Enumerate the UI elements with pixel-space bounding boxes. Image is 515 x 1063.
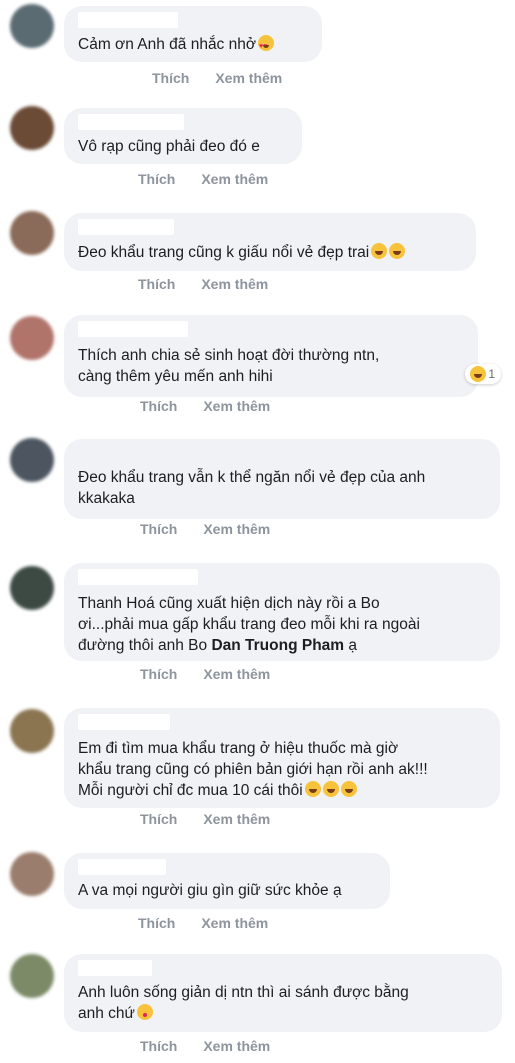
- comment-text: A va mọi người giu gìn giữ sức khỏe ạ: [78, 882, 342, 899]
- comment-actions: Thích Xem thêm: [138, 276, 294, 292]
- haha-reaction-icon: [470, 366, 487, 382]
- comment-bubble: Vô rạp cũng phải đeo đó e: [64, 108, 302, 164]
- comment-bubble: Đeo khẩu trang vẫn k thể ngăn nổi vẻ đẹp…: [64, 439, 500, 519]
- like-button[interactable]: Thích: [140, 811, 177, 827]
- laughing-emoji: [389, 243, 406, 259]
- avatar[interactable]: [10, 316, 54, 360]
- commenter-name[interactable]: [78, 859, 166, 875]
- avatar[interactable]: [10, 954, 54, 998]
- more-button[interactable]: Xem thêm: [203, 1038, 270, 1054]
- comment-text: Đeo khẩu trang cũng k giấu nổi vẻ đẹp tr…: [78, 242, 466, 263]
- comment-actions: Thích Xem thêm: [138, 171, 294, 187]
- commenter-name[interactable]: [78, 12, 178, 28]
- commenter-name[interactable]: [78, 714, 170, 730]
- commenter-name[interactable]: [78, 321, 188, 337]
- comment-text: Em đi tìm mua khẩu trang ở hiệu thuốc mà…: [78, 740, 428, 799]
- comment-text: Đeo khẩu trang vẫn k thể ngăn nổi vẻ đẹp…: [78, 469, 426, 507]
- like-button[interactable]: Thích: [138, 276, 175, 292]
- avatar[interactable]: [10, 709, 54, 753]
- more-button[interactable]: Xem thêm: [201, 915, 268, 931]
- comment-actions: Thích Xem thêm: [138, 915, 294, 931]
- more-button[interactable]: Xem thêm: [203, 398, 270, 414]
- comment-actions: Thích Xem thêm: [140, 398, 296, 414]
- like-button[interactable]: Thích: [138, 171, 175, 187]
- more-button[interactable]: Xem thêm: [201, 276, 268, 292]
- like-button[interactable]: Thích: [140, 666, 177, 682]
- avatar[interactable]: [10, 566, 54, 610]
- comment-bubble: Em đi tìm mua khẩu trang ở hiệu thuốc mà…: [64, 708, 500, 808]
- comment-text: Cảm ơn Anh đã nhắc nhở: [78, 34, 312, 57]
- comment-bubble: Anh luôn sống giản dị ntn thì ai sánh đư…: [64, 954, 502, 1032]
- laughing-emoji: [304, 781, 321, 797]
- avatar[interactable]: [10, 4, 54, 48]
- more-button[interactable]: Xem thêm: [201, 171, 268, 187]
- more-button[interactable]: Xem thêm: [215, 70, 282, 86]
- more-button[interactable]: Xem thêm: [203, 666, 270, 682]
- comment-text: Thanh Hoá cũng xuất hiện dịch này rồi a …: [78, 595, 420, 654]
- like-button[interactable]: Thích: [140, 398, 177, 414]
- comment-actions: Thích Xem thêm: [140, 1038, 296, 1054]
- heart-eyes-emoji: [258, 35, 275, 57]
- commenter-name[interactable]: [78, 114, 184, 130]
- comment-text: Thích anh chia sẻ sinh hoạt đời thường n…: [78, 347, 380, 385]
- like-button[interactable]: Thích: [138, 915, 175, 931]
- commenter-name[interactable]: [78, 960, 152, 976]
- comment-actions: Thích Xem thêm: [152, 70, 308, 86]
- kiss-emoji: [136, 1004, 153, 1020]
- comment-bubble: Cảm ơn Anh đã nhắc nhở: [64, 6, 322, 62]
- like-button[interactable]: Thích: [140, 1038, 177, 1054]
- comment-bubble: Thích anh chia sẻ sinh hoạt đời thường n…: [64, 315, 478, 397]
- laughing-emoji: [322, 781, 339, 797]
- laughing-emoji: [371, 243, 388, 259]
- more-button[interactable]: Xem thêm: [203, 521, 270, 537]
- comment-actions: Thích Xem thêm: [140, 521, 296, 537]
- avatar[interactable]: [10, 106, 54, 150]
- mention-link[interactable]: Dan Truong Pham: [211, 637, 344, 654]
- comment-actions: Thích Xem thêm: [140, 666, 296, 682]
- laughing-emoji: [340, 781, 357, 797]
- more-button[interactable]: Xem thêm: [203, 811, 270, 827]
- comment-bubble: Đeo khẩu trang cũng k giấu nổi vẻ đẹp tr…: [64, 213, 476, 271]
- commenter-name[interactable]: [78, 569, 198, 585]
- comment-bubble: Thanh Hoá cũng xuất hiện dịch này rồi a …: [64, 563, 500, 661]
- comment-actions: Thích Xem thêm: [140, 811, 296, 827]
- avatar[interactable]: [10, 438, 54, 482]
- comment-bubble: A va mọi người giu gìn giữ sức khỏe ạ: [64, 853, 390, 909]
- avatar[interactable]: [10, 211, 54, 255]
- like-button[interactable]: Thích: [140, 521, 177, 537]
- reaction-count[interactable]: 1: [465, 364, 501, 384]
- comment-text: Anh luôn sống giản dị ntn thì ai sánh đư…: [78, 984, 409, 1022]
- avatar[interactable]: [10, 852, 54, 896]
- comment-text: Vô rạp cũng phải đeo đó e: [78, 138, 260, 155]
- commenter-name[interactable]: [78, 219, 174, 235]
- like-button[interactable]: Thích: [152, 70, 189, 86]
